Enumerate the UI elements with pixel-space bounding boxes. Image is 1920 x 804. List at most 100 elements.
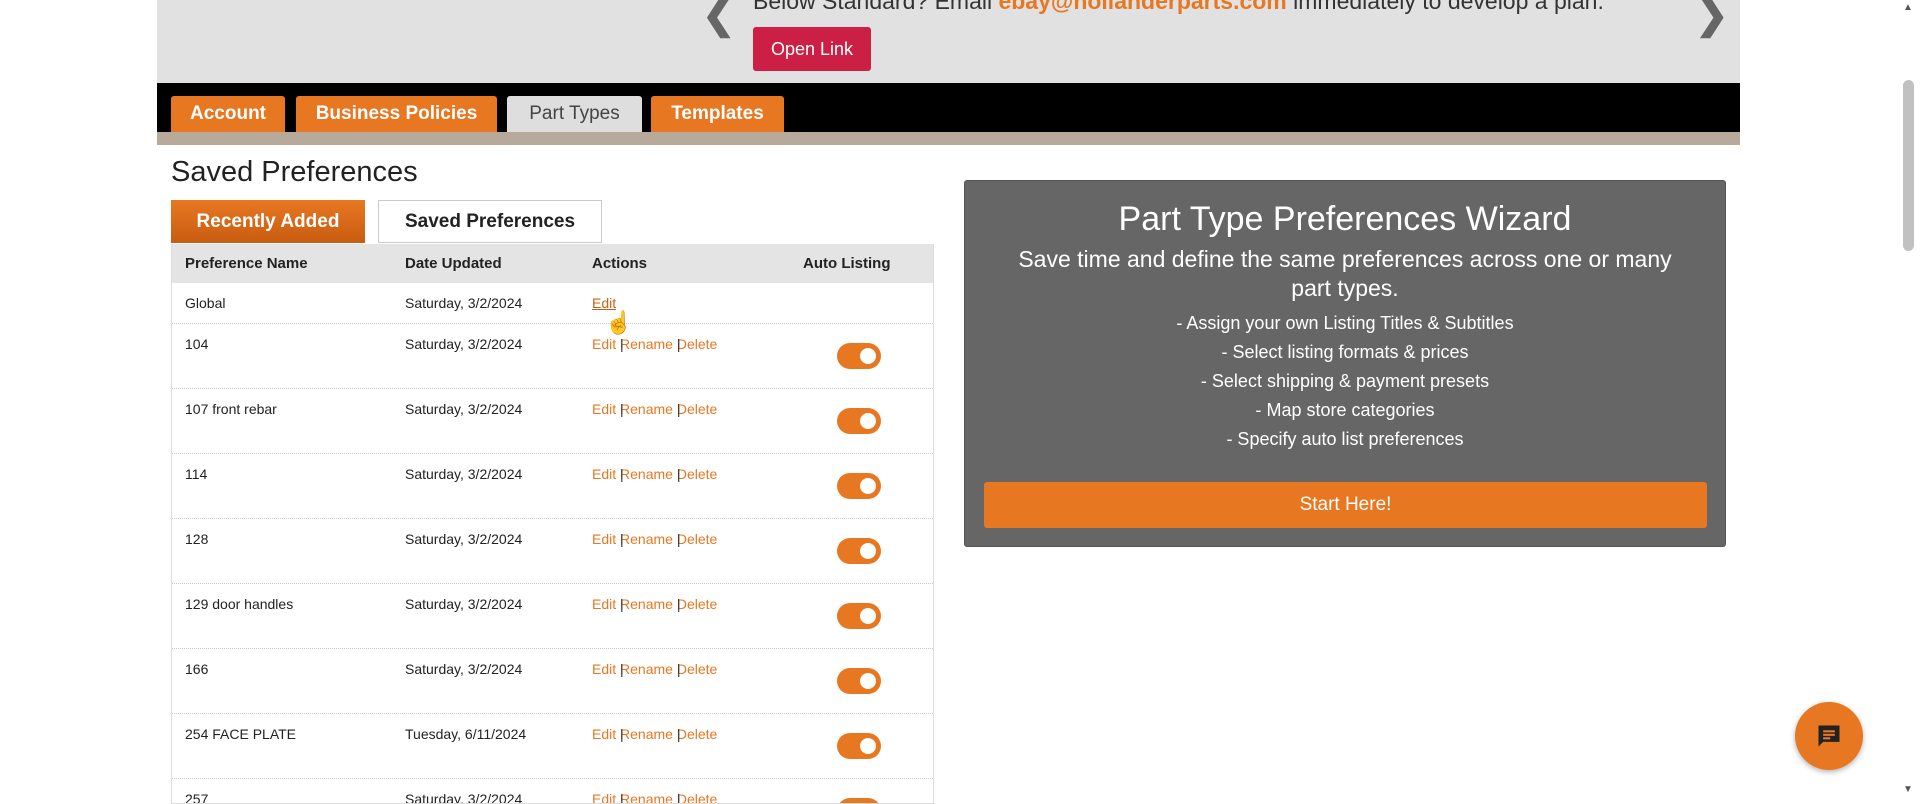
- rename-link[interactable]: Rename: [620, 661, 673, 677]
- scrollbar-thumb[interactable]: [1903, 80, 1914, 251]
- scroll-up-icon[interactable]: ▲: [1903, 2, 1913, 13]
- edit-link[interactable]: Edit: [592, 726, 616, 742]
- preference-name: 257: [185, 791, 209, 804]
- scrollbar[interactable]: ▲ ▼: [1898, 0, 1920, 800]
- edit-link[interactable]: Edit: [592, 661, 616, 677]
- preference-name: 166: [185, 661, 209, 677]
- table-row: 114 Saturday, 3/2/2024 Edit | Rename | D…: [172, 454, 933, 519]
- date-updated: Saturday, 3/2/2024: [405, 466, 523, 482]
- tab-account[interactable]: Account: [171, 96, 285, 132]
- auto-listing-toggle[interactable]: [837, 733, 881, 759]
- delete-link[interactable]: Delete: [677, 401, 717, 417]
- rename-link[interactable]: Rename: [620, 791, 673, 803]
- announcement-banner: ❮ Below Standard? Email ebay@hollanderpa…: [157, 0, 1740, 83]
- preference-name: 128: [185, 531, 209, 547]
- banner-message: Below Standard? Email ebay@hollanderpart…: [753, 0, 1604, 15]
- date-updated: Tuesday, 6/11/2024: [405, 726, 527, 742]
- separator: |: [620, 466, 624, 482]
- prev-arrow-icon[interactable]: ❮: [702, 0, 736, 38]
- separator: |: [620, 596, 624, 612]
- auto-listing-toggle[interactable]: [837, 343, 881, 369]
- row-actions: Edit | Rename | Delete: [592, 791, 717, 803]
- separator: |: [676, 596, 681, 612]
- date-updated: Saturday, 3/2/2024: [405, 596, 523, 612]
- delete-link[interactable]: Delete: [677, 336, 717, 352]
- separator: |: [620, 726, 624, 742]
- delete-link[interactable]: Delete: [677, 791, 717, 803]
- edit-link[interactable]: Edit: [592, 295, 616, 311]
- row-actions: Edit | Rename | Delete: [592, 726, 717, 742]
- separator: |: [620, 661, 624, 677]
- auto-listing-toggle[interactable]: [837, 473, 881, 499]
- separator: |: [676, 336, 681, 352]
- page-title: Saved Preferences: [171, 156, 418, 188]
- delete-link[interactable]: Delete: [677, 661, 717, 677]
- wizard-bullet: - Assign your own Listing Titles & Subti…: [1176, 313, 1514, 333]
- header-name: Preference Name: [185, 255, 308, 272]
- preference-name: 129 door handles: [185, 596, 294, 612]
- preference-name: 104: [185, 336, 209, 352]
- table-header: Preference Name Date Updated Actions Aut…: [172, 244, 933, 283]
- edit-link[interactable]: Edit: [592, 596, 616, 612]
- date-updated: Saturday, 3/2/2024: [405, 531, 523, 547]
- header-date: Date Updated: [405, 255, 502, 272]
- preferences-table: Preference Name Date Updated Actions Aut…: [171, 244, 934, 804]
- edit-link[interactable]: Edit: [592, 531, 616, 547]
- edit-link[interactable]: Edit: [592, 466, 616, 482]
- wizard-panel: Part Type Preferences Wizard Save time a…: [964, 180, 1726, 547]
- preference-name: 114: [185, 466, 208, 482]
- date-updated: Saturday, 3/2/2024: [405, 295, 523, 311]
- date-updated: Saturday, 3/2/2024: [405, 336, 523, 352]
- auto-listing-toggle[interactable]: [837, 668, 881, 694]
- rename-link[interactable]: Rename: [620, 466, 673, 482]
- date-updated: Saturday, 3/2/2024: [405, 791, 523, 804]
- tab-business-policies[interactable]: Business Policies: [296, 96, 497, 132]
- auto-listing-toggle[interactable]: [837, 538, 881, 564]
- tab-templates[interactable]: Templates: [651, 96, 784, 132]
- email-link[interactable]: ebay@hollanderparts.com: [998, 0, 1286, 14]
- next-arrow-icon[interactable]: ❯: [1695, 0, 1729, 38]
- wizard-bullet: - Map store categories: [1255, 400, 1435, 420]
- auto-listing-toggle[interactable]: [837, 798, 881, 803]
- tab-part-types[interactable]: Part Types: [507, 96, 642, 132]
- row-actions: Edit | Rename | Delete: [592, 336, 717, 352]
- rename-link[interactable]: Rename: [620, 336, 673, 352]
- header-actions: Actions: [592, 255, 648, 272]
- row-actions: Edit | Rename | Delete: [592, 531, 717, 547]
- wizard-bullet: - Select shipping & payment presets: [1200, 371, 1490, 391]
- table-row: 257 Saturday, 3/2/2024 Edit | Rename | D…: [172, 779, 933, 804]
- row-actions: Edit: [592, 295, 616, 311]
- auto-listing-toggle[interactable]: [837, 603, 881, 629]
- start-here-button[interactable]: Start Here!: [984, 482, 1707, 528]
- preference-name: Global: [185, 295, 226, 311]
- tab-recently-added[interactable]: Recently Added: [171, 200, 365, 243]
- tab-saved-preferences[interactable]: Saved Preferences: [378, 200, 602, 243]
- rename-link[interactable]: Rename: [620, 531, 673, 547]
- table-row: 254 FACE PLATE Tuesday, 6/11/2024 Edit |…: [172, 714, 933, 779]
- delete-link[interactable]: Delete: [677, 531, 717, 547]
- edit-link[interactable]: Edit: [592, 336, 616, 352]
- chat-button[interactable]: [1795, 702, 1863, 770]
- scroll-down-icon[interactable]: ▼: [1903, 784, 1913, 795]
- delete-link[interactable]: Delete: [677, 466, 717, 482]
- nav-divider: [157, 132, 1740, 145]
- edit-link[interactable]: Edit: [592, 791, 616, 803]
- rename-link[interactable]: Rename: [620, 596, 673, 612]
- hand-cursor-icon: ☝: [605, 310, 633, 335]
- wizard-bullet: - Select listing formats & prices: [1221, 342, 1469, 362]
- main-nav: Account Business Policies Part Types Tem…: [157, 83, 1740, 132]
- row-actions: Edit | Rename | Delete: [592, 466, 717, 482]
- table-row: 107 front rebar Saturday, 3/2/2024 Edit …: [172, 389, 933, 454]
- wizard-title: Part Type Preferences Wizard: [1118, 200, 1572, 238]
- preference-name: 254 FACE PLATE: [185, 726, 297, 742]
- edit-link[interactable]: Edit: [592, 401, 616, 417]
- open-link-button[interactable]: Open Link: [753, 27, 871, 71]
- date-updated: Saturday, 3/2/2024: [405, 661, 523, 677]
- rename-link[interactable]: Rename: [620, 401, 673, 417]
- auto-listing-toggle[interactable]: [837, 408, 881, 434]
- separator: |: [620, 336, 624, 352]
- delete-link[interactable]: Delete: [677, 726, 717, 742]
- rename-link[interactable]: Rename: [620, 726, 673, 742]
- date-updated: Saturday, 3/2/2024: [405, 401, 523, 417]
- delete-link[interactable]: Delete: [677, 596, 717, 612]
